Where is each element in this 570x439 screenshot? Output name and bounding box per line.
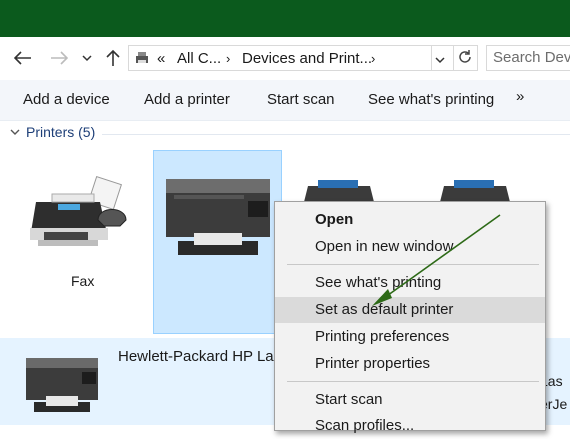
- details-printer-name: Hewlett-Packard HP La: [118, 348, 274, 365]
- menu-item-start-scan[interactable]: Start scan: [275, 387, 545, 413]
- see-whats-printing-button[interactable]: See what's printing: [368, 91, 494, 108]
- group-divider: [102, 134, 570, 135]
- more-commands-button[interactable]: »: [516, 88, 524, 105]
- address-overflow[interactable]: «: [157, 50, 165, 67]
- forward-button[interactable]: [48, 45, 70, 71]
- breadcrumb-chevron-icon[interactable]: ›: [371, 51, 375, 66]
- menu-item-see-whats-printing[interactable]: See what's printing: [275, 270, 545, 296]
- context-menu: Open Open in new window See what's print…: [274, 201, 546, 434]
- address-dropdown-button[interactable]: [435, 51, 445, 69]
- add-printer-button[interactable]: Add a printer: [144, 91, 230, 108]
- window-titlebar: [0, 0, 570, 37]
- recent-locations-button[interactable]: [79, 45, 95, 71]
- fax-machine-icon: [30, 175, 127, 246]
- refresh-icon: [459, 50, 471, 63]
- search-input[interactable]: [487, 46, 570, 69]
- devices-location-icon: [136, 52, 148, 63]
- command-bar: Add a device Add a printer Start scan Se…: [0, 80, 570, 121]
- search-box[interactable]: [486, 45, 570, 71]
- start-scan-button[interactable]: Start scan: [267, 91, 335, 108]
- menu-item-scan-profiles[interactable]: Scan profiles...: [275, 413, 545, 439]
- up-arrow-icon: [106, 49, 120, 66]
- forward-arrow-icon: [51, 51, 68, 65]
- printer-icon: [166, 179, 270, 255]
- printer-icon: [26, 358, 98, 412]
- breadcrumb-devices-and-printers[interactable]: Devices and Print...: [242, 50, 372, 67]
- device-tile-hp-laserjet-selected[interactable]: [153, 150, 282, 334]
- menu-item-open-new-window[interactable]: Open in new window: [275, 234, 545, 260]
- menu-item-printing-preferences[interactable]: Printing preferences: [275, 324, 545, 350]
- address-bar[interactable]: « All C... › Devices and Print... ›: [128, 45, 478, 71]
- refresh-button[interactable]: [457, 49, 473, 70]
- menu-separator: [287, 381, 539, 382]
- printer-icon: [304, 180, 374, 202]
- group-label: Printers (5): [26, 124, 96, 140]
- breadcrumb-separator-icon: ›: [226, 51, 231, 66]
- back-arrow-icon: [14, 51, 31, 65]
- chevron-down-icon: [82, 55, 92, 62]
- chevron-down-icon: [10, 129, 20, 135]
- back-button[interactable]: [12, 45, 34, 71]
- device-tile-fax[interactable]: [28, 175, 132, 253]
- printers-group-header[interactable]: Printers (5): [10, 124, 95, 140]
- printer-icon: [440, 180, 510, 202]
- device-label-fax: Fax: [71, 273, 95, 289]
- chevron-down-icon: [435, 57, 445, 64]
- details-printer-thumbnail: [24, 354, 100, 421]
- menu-item-printer-properties[interactable]: Printer properties: [275, 351, 545, 377]
- breadcrumb-all-control-panel[interactable]: All C...: [177, 50, 221, 67]
- address-divider: [431, 46, 432, 70]
- add-device-button[interactable]: Add a device: [23, 91, 110, 108]
- up-button[interactable]: [102, 45, 124, 71]
- menu-item-open[interactable]: Open: [275, 207, 545, 233]
- menu-separator: [287, 264, 539, 265]
- address-divider: [453, 46, 454, 70]
- menu-item-set-default-printer[interactable]: Set as default printer: [275, 297, 545, 323]
